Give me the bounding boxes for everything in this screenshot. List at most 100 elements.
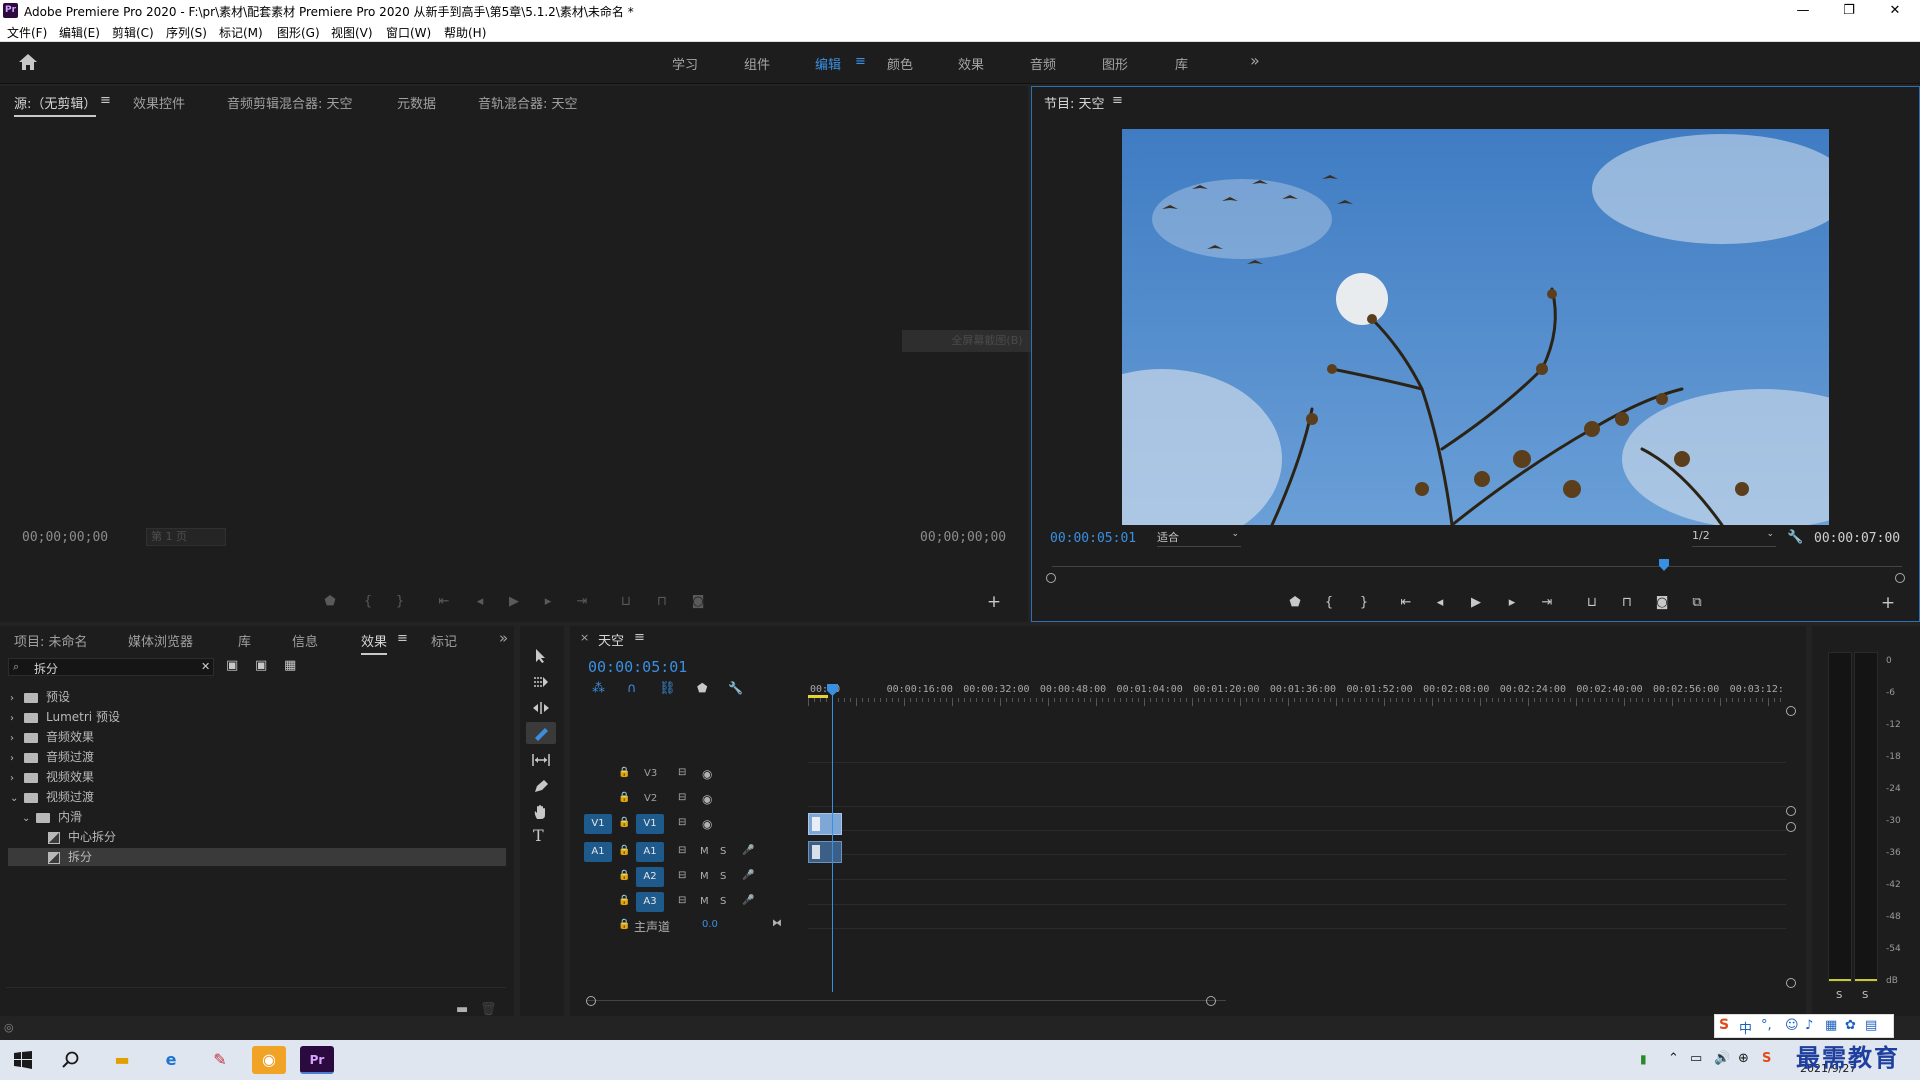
ime-mode[interactable]: 中 [1739,1018,1752,1037]
source-add-button-icon[interactable]: + [984,592,1004,612]
program-export-frame-icon[interactable]: ◙ [1652,595,1672,610]
timeline-add-marker-icon[interactable]: ⬟ [697,681,707,695]
workspace-color[interactable]: 颜色 [887,54,913,73]
chevron-right-icon[interactable]: › [10,750,24,768]
track-area[interactable] [808,706,1786,996]
tab-audio-track-mixer[interactable]: 音轨混合器: 天空 [478,93,578,112]
lock-icon[interactable]: 🔒 [618,845,630,856]
time-ruler[interactable]: 00:00 00:00:16:00 00:00:32:00 00:00:48:00 00… [808,684,1786,706]
workspace-editing[interactable]: 编辑 [815,54,841,73]
program-add-marker-icon[interactable]: ⬟ [1285,595,1305,610]
timeline-timecode[interactable]: 00:00:05:01 [588,658,687,676]
linked-selection-icon[interactable]: ⛓ [659,681,676,696]
solo-button[interactable]: S [720,846,726,857]
track-target-a2[interactable]: A2 [636,867,664,887]
effects-search-box[interactable]: ⌕ 拆分 ✕ [8,658,214,676]
timeline-vertical-scroll[interactable] [1786,706,1798,996]
workspace-assembly[interactable]: 组件 [744,54,770,73]
program-scrub-bar[interactable] [1052,559,1902,573]
source-step-forward-icon[interactable]: ▸ [538,594,558,609]
network-tray-icon[interactable]: ▭ [1690,1051,1702,1066]
new-bin-32bit-icon[interactable]: ▣ [255,658,267,673]
lock-icon[interactable]: 🔒 [618,817,630,828]
menu-window[interactable]: 窗口(W) [386,24,431,41]
vscroll-handle-lower[interactable] [1786,822,1796,832]
language-tray-icon[interactable]: ⊕ [1738,1051,1749,1066]
ime-keyboard-icon[interactable]: ▦ [1825,1018,1837,1033]
razor-tool-icon[interactable] [532,725,550,741]
ime-voice-icon[interactable]: ♪ [1805,1018,1813,1033]
effects-folder[interactable]: ⌄ 视频过渡 [10,788,94,806]
effects-folder[interactable]: › 视频效果 [10,768,94,786]
program-settings-wrench-icon[interactable]: 🔧 [1787,530,1803,545]
workspace-audio[interactable]: 音频 [1030,54,1056,73]
chevron-right-icon[interactable]: › [10,690,24,708]
selection-tool-icon[interactable] [533,648,549,664]
vscroll-handle-top[interactable] [1786,706,1796,716]
master-end-icon[interactable]: ⧓ [772,918,782,929]
program-compare-icon[interactable]: ⧉ [1687,595,1707,610]
volume-tray-icon[interactable]: 🔊 [1714,1051,1730,1066]
new-custom-bin-icon[interactable]: ▬ [456,1002,468,1017]
source-overwrite-icon[interactable]: ⊓ [652,594,672,609]
program-extract-icon[interactable]: ⊓ [1617,595,1637,610]
video-clip[interactable] [808,813,842,835]
lock-icon[interactable]: 🔒 [618,767,630,778]
sogou-tray-icon[interactable]: S [1762,1051,1771,1066]
program-lift-icon[interactable]: ⊔ [1582,595,1602,610]
pen-tool-icon[interactable] [532,778,550,794]
source-play-icon[interactable]: ▶ [504,594,524,609]
nest-sequence-icon[interactable]: ⁂ [592,681,605,696]
edge-browser-icon[interactable]: e [154,1046,188,1074]
ime-punctuation-icon[interactable]: °, [1761,1018,1772,1033]
track-target-v1[interactable]: V1 [636,814,664,834]
new-bin-accelerated-icon[interactable]: ▣ [226,658,238,673]
tab-libraries[interactable]: 库 [238,631,251,650]
source-export-frame-icon[interactable]: ◙ [688,594,708,609]
ime-skin-icon[interactable]: ✿ [1845,1018,1856,1033]
effects-folder[interactable]: › 音频过渡 [10,748,94,766]
delete-custom-item-icon[interactable]: 🗑 [480,1002,497,1017]
tab-media-browser[interactable]: 媒体浏览器 [128,631,193,650]
menu-help[interactable]: 帮助(H) [444,24,486,41]
vscroll-handle-mid[interactable] [1786,806,1796,816]
tab-effect-controls[interactable]: 效果控件 [133,93,185,112]
program-video-frame[interactable] [1122,129,1829,525]
hscroll-handle-left[interactable] [586,996,596,1006]
lock-icon[interactable]: 🔒 [618,895,630,906]
track-target-v2[interactable]: V2 [644,793,657,804]
effects-panel-menu-icon[interactable]: ≡ [397,631,408,646]
slip-tool-icon[interactable] [531,752,551,768]
workspace-effects[interactable]: 效果 [958,54,984,73]
workspace-graphics[interactable]: 图形 [1102,54,1128,73]
ripple-edit-tool-icon[interactable] [532,700,550,716]
vscroll-handle-bottom[interactable] [1786,978,1796,988]
minimize-button[interactable]: — [1780,0,1826,22]
lock-icon[interactable]: 🔒 [618,919,630,930]
work-area-bar[interactable] [808,695,828,698]
source-page-select[interactable]: 第 1 页 [146,528,226,546]
program-go-to-in-icon[interactable]: ⇤ [1396,595,1416,610]
paint-tool-icon[interactable]: ✎ [203,1046,237,1074]
microphone-icon[interactable]: 🎤 [742,895,754,906]
menu-sequence[interactable]: 序列(S) [166,24,207,41]
program-mark-in-icon[interactable]: { [1319,595,1339,610]
program-panel-menu-icon[interactable]: ≡ [1112,93,1123,108]
chevron-down-icon[interactable]: ⌄ [10,790,24,808]
mute-button[interactable]: M [700,871,709,882]
source-patch-v1[interactable]: V1 [584,814,612,834]
workspace-overflow-icon[interactable]: » [1250,51,1260,70]
track-target-a3[interactable]: A3 [636,892,664,912]
workspace-menu-icon[interactable]: ≡ [855,54,866,69]
effect-item[interactable]: 拆分 [8,848,506,866]
effects-folder[interactable]: ⌄ 内滑 [22,808,82,826]
workspace-libraries[interactable]: 库 [1175,54,1188,73]
tab-source[interactable]: 源:（无剪辑） [14,93,97,117]
source-panel-menu-icon[interactable]: ≡ [100,93,111,108]
ime-menu-icon[interactable]: ▤ [1865,1018,1877,1033]
microphone-icon[interactable]: 🎤 [742,870,754,881]
timeline-horizontal-scroll[interactable] [586,996,1226,1008]
panel-overflow-icon[interactable]: » [499,629,508,647]
timeline-close-icon[interactable]: × [580,631,589,644]
menu-graphics[interactable]: 图形(G) [277,24,320,41]
